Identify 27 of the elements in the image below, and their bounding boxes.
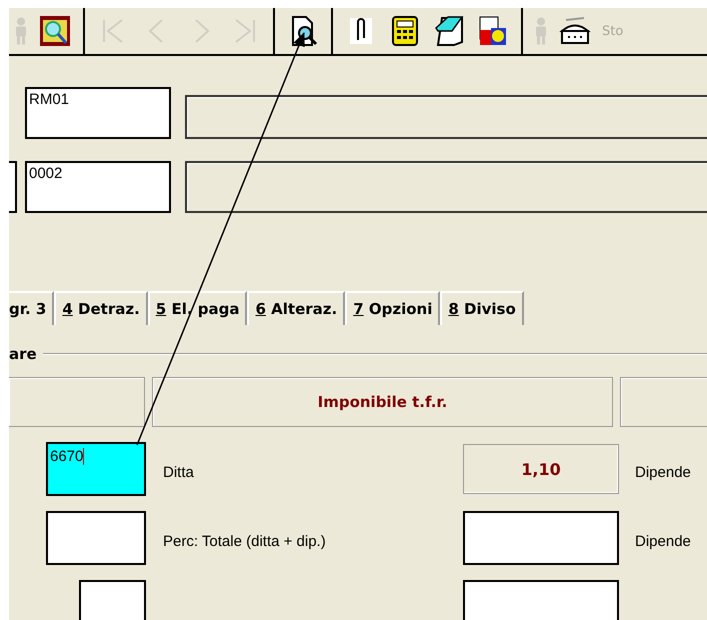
group-title: are xyxy=(9,345,37,363)
field-label: Dipende xyxy=(635,462,691,480)
input-field[interactable] xyxy=(9,161,17,213)
person-icon xyxy=(14,16,28,46)
input-field[interactable] xyxy=(79,580,146,620)
field-label: Ditta xyxy=(163,462,195,480)
field-label: Perc: Totale (ditta + dip.) xyxy=(163,532,327,550)
description-field[interactable] xyxy=(185,161,707,213)
person-icon xyxy=(534,16,548,46)
code-field[interactable]: RM01 xyxy=(25,87,171,139)
notepad-icon xyxy=(432,14,466,48)
tab[interactable]: gr. 3 xyxy=(9,291,54,325)
description-field[interactable] xyxy=(185,95,707,139)
value-field[interactable] xyxy=(463,511,619,565)
tab[interactable]: 4 Detraz. xyxy=(54,291,148,325)
tab[interactable]: 5 El. paga xyxy=(148,291,248,325)
value-field[interactable] xyxy=(463,580,619,620)
code-field[interactable]: 0002 xyxy=(25,161,171,213)
field-label: Dipende xyxy=(635,532,691,550)
input-field[interactable] xyxy=(46,511,146,565)
tab[interactable]: 6 Alteraz. xyxy=(247,291,346,325)
tab[interactable]: 8 Diviso xyxy=(440,291,524,325)
input-field[interactable]: 6670 xyxy=(46,442,146,496)
column-header: Imponibile t.f.r. xyxy=(152,377,613,427)
value-field: 1,10 xyxy=(463,444,619,494)
magnifier-icon xyxy=(38,14,72,48)
tab[interactable]: 7 Opzioni xyxy=(345,291,440,325)
